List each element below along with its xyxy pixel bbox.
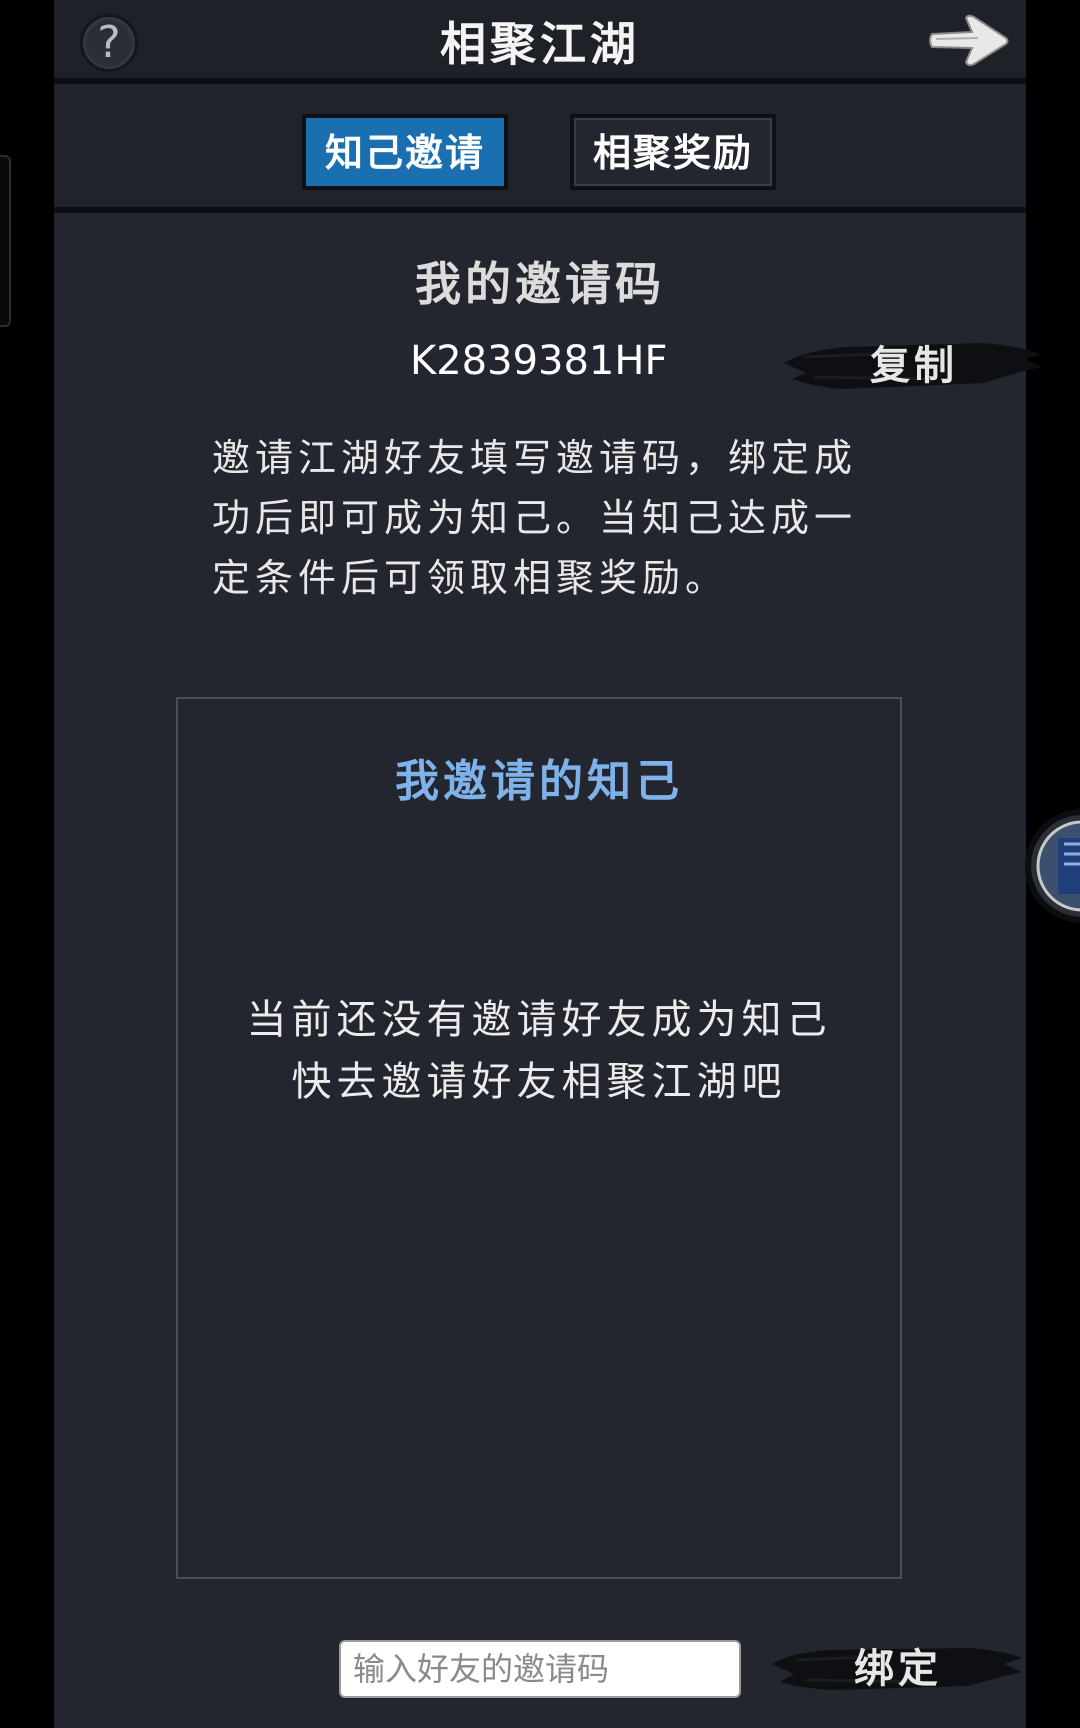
invite-panel: ? 相聚江湖 知己邀请 相聚奖励 我的邀请码 K2839381HF 复制 邀请江…: [54, 0, 1042, 1728]
tab-gathering-reward[interactable]: 相聚奖励: [570, 114, 776, 190]
arrow-right-icon[interactable]: [926, 10, 1010, 70]
tab-bar: [54, 84, 1026, 210]
invited-friends-title: 我邀请的知己: [395, 756, 683, 807]
header-bar: ? 相聚江湖: [54, 0, 1026, 80]
empty-state-line-1: 当前还没有邀请好友成为知己: [246, 997, 832, 1043]
copy-button[interactable]: 复制: [784, 333, 1044, 399]
empty-state-line-2: 快去邀请好友相聚江湖吧: [291, 1059, 787, 1105]
invite-code-heading: 我的邀请码: [415, 257, 665, 311]
tab-divider: [54, 207, 1026, 213]
bind-button[interactable]: 绑定: [772, 1636, 1024, 1702]
invite-description: 邀请江湖好友填写邀请码，绑定成功后即可成为知己。当知己达成一定条件后可领取相聚奖…: [212, 436, 858, 600]
friend-invite-code-input[interactable]: [339, 1640, 741, 1698]
floating-menu-icon[interactable]: [1024, 808, 1080, 924]
invite-code-value: K2839381HF: [410, 338, 668, 384]
bind-label: 绑定: [854, 1645, 942, 1692]
invited-friends-box: 我邀请的知己 当前还没有邀请好友成为知己 快去邀请好友相聚江湖吧: [176, 697, 902, 1579]
page-title: 相聚江湖: [440, 17, 640, 71]
tab-friend-invite[interactable]: 知己邀请: [302, 114, 508, 190]
empty-state-message: 当前还没有邀请好友成为知己 快去邀请好友相聚江湖吧: [178, 989, 900, 1113]
copy-label: 复制: [870, 342, 958, 389]
side-pull-tab[interactable]: [0, 155, 11, 327]
